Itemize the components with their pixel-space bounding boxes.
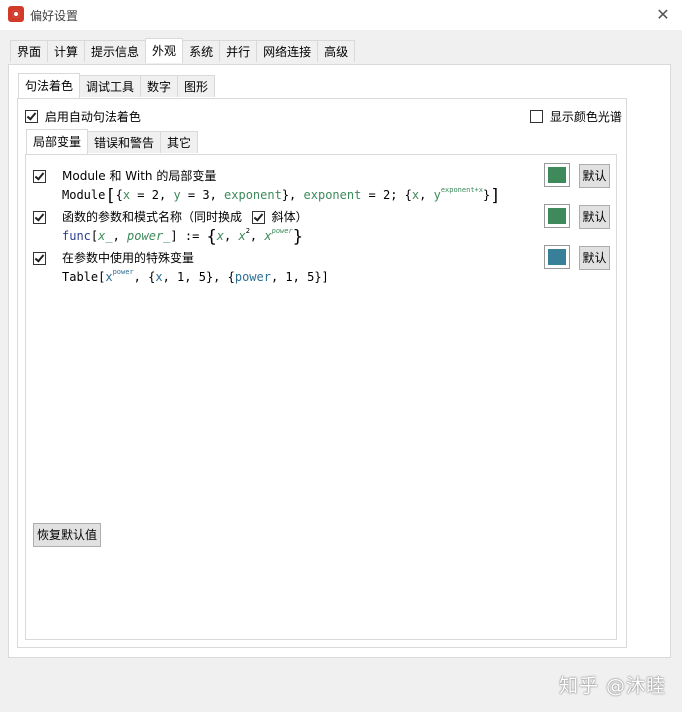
function-args-color-swatch[interactable] bbox=[544, 204, 570, 228]
function-args-label-text: 函数的参数和模式名称（同时换成 bbox=[62, 210, 243, 224]
code-local-var: exponent bbox=[224, 188, 282, 202]
tab-parallel[interactable]: 并行 bbox=[219, 40, 258, 62]
code-token: = 2; { bbox=[361, 188, 412, 202]
code-pattern-var: x_ bbox=[98, 229, 113, 243]
code-token: func bbox=[62, 229, 91, 243]
code-pattern-var: x bbox=[238, 229, 246, 243]
inner-tab-bar: 局部变量 错误和警告 其它 bbox=[26, 129, 199, 155]
code-brace: } bbox=[292, 227, 303, 247]
code-token: ] := bbox=[170, 229, 207, 243]
special-variables-checkbox[interactable] bbox=[33, 252, 46, 265]
code-token: , 1, 5}] bbox=[270, 270, 329, 284]
enable-syntax-coloring-checkbox[interactable] bbox=[25, 110, 38, 123]
code-pattern-var: x bbox=[216, 229, 225, 243]
title-bar: 偏好设置 ✕ bbox=[0, 0, 682, 30]
italic-checkbox[interactable] bbox=[251, 211, 265, 224]
code-pattern-var: power_ bbox=[127, 229, 171, 243]
code-bracket: ] bbox=[490, 186, 501, 206]
app-gear-icon bbox=[8, 6, 24, 22]
tab-evaluation[interactable]: 计算 bbox=[47, 40, 86, 62]
tab-errors-warnings[interactable]: 错误和警告 bbox=[87, 131, 162, 153]
code-token: , bbox=[419, 188, 434, 202]
code-token: , { bbox=[133, 270, 156, 284]
code-superscript: power bbox=[112, 268, 134, 276]
special-variables-label: 在参数中使用的特殊变量 bbox=[62, 251, 195, 265]
function-args-color-fill bbox=[548, 208, 566, 224]
close-icon[interactable]: ✕ bbox=[652, 4, 674, 26]
code-special-var: x bbox=[105, 270, 113, 284]
code-local-var: y bbox=[173, 188, 181, 202]
special-variables-sample-code: Table[xpower, {x, 1, 5}, {power, 1, 5}] bbox=[62, 268, 329, 284]
code-local-var: exponent bbox=[303, 188, 362, 202]
code-token: Module bbox=[62, 188, 106, 202]
module-with-color-fill bbox=[548, 167, 566, 183]
main-tab-bar: 界面 计算 提示信息 外观 系统 并行 网络连接 高级 bbox=[10, 38, 356, 64]
code-bracket: [ bbox=[105, 186, 116, 206]
code-token: { bbox=[115, 188, 123, 202]
module-with-checkbox[interactable] bbox=[33, 170, 46, 183]
tab-interface[interactable]: 界面 bbox=[10, 40, 49, 62]
code-token: , 1, 5}, { bbox=[162, 270, 235, 284]
show-color-spectrum-row[interactable]: 显示颜色光谱 bbox=[530, 108, 622, 125]
tab-numbers[interactable]: 数字 bbox=[140, 75, 179, 97]
code-superscript: exponent+x bbox=[440, 186, 483, 194]
module-with-default-button[interactable]: 默认 bbox=[579, 164, 610, 188]
tab-advanced[interactable]: 高级 bbox=[317, 40, 356, 62]
restore-defaults-button[interactable]: 恢复默认值 bbox=[33, 523, 101, 547]
tab-other[interactable]: 其它 bbox=[160, 131, 199, 153]
option-special-variables: 在参数中使用的特殊变量 bbox=[33, 251, 194, 265]
enable-syntax-coloring-row[interactable]: 启用自动句法着色 bbox=[25, 108, 141, 125]
special-variables-color-swatch[interactable] bbox=[544, 245, 570, 269]
tab-debugger[interactable]: 调试工具 bbox=[79, 75, 142, 97]
code-local-var: y bbox=[433, 188, 441, 202]
tab-syntax-coloring[interactable]: 句法着色 bbox=[18, 73, 81, 98]
code-token: }, bbox=[281, 188, 304, 202]
option-module-with: Module 和 With 的局部变量 bbox=[33, 169, 216, 183]
show-color-spectrum-checkbox[interactable] bbox=[530, 110, 543, 123]
module-with-color-swatch[interactable] bbox=[544, 163, 570, 187]
code-token: = 3, bbox=[180, 188, 225, 202]
sub-tab-bar: 句法着色 调试工具 数字 图形 bbox=[18, 73, 216, 99]
code-local-var: x bbox=[122, 188, 131, 202]
module-with-label: Module 和 With 的局部变量 bbox=[62, 169, 217, 183]
special-variables-color-fill bbox=[548, 249, 566, 265]
code-token: , bbox=[224, 229, 239, 243]
show-color-spectrum-label: 显示颜色光谱 bbox=[549, 110, 622, 124]
code-token: Table[ bbox=[62, 270, 106, 284]
special-variables-default-button[interactable]: 默认 bbox=[579, 246, 610, 270]
code-superscript: power bbox=[271, 227, 293, 235]
function-args-checkbox[interactable] bbox=[33, 211, 46, 224]
watermark: 知乎 @沐睦 bbox=[558, 675, 666, 697]
code-token: = 2, bbox=[130, 188, 174, 202]
function-args-default-button[interactable]: 默认 bbox=[579, 205, 610, 229]
italic-label: 斜体） bbox=[271, 210, 308, 224]
code-brace: { bbox=[206, 227, 217, 247]
function-args-sample-code: func[x_, power_] := {x, x2, xpower} bbox=[62, 227, 303, 247]
window-title: 偏好设置 bbox=[30, 9, 79, 23]
tab-graphics[interactable]: 图形 bbox=[177, 75, 216, 97]
function-args-label: 函数的参数和模式名称（同时换成 斜体） bbox=[62, 208, 308, 225]
code-token: , bbox=[249, 229, 265, 243]
tab-system[interactable]: 系统 bbox=[182, 40, 221, 62]
option-function-args: 函数的参数和模式名称（同时换成 斜体） bbox=[33, 210, 308, 224]
tab-internet[interactable]: 网络连接 bbox=[256, 40, 319, 62]
tab-local-variables[interactable]: 局部变量 bbox=[26, 129, 89, 154]
code-pattern-var: x bbox=[264, 229, 272, 243]
code-special-var: power bbox=[234, 270, 271, 284]
code-token: , bbox=[112, 229, 128, 243]
tab-messages[interactable]: 提示信息 bbox=[84, 40, 147, 62]
tab-appearance[interactable]: 外观 bbox=[145, 38, 184, 63]
enable-syntax-coloring-label: 启用自动句法着色 bbox=[44, 110, 141, 124]
module-with-sample-code: Module[{x = 2, y = 3, exponent}, exponen… bbox=[62, 186, 500, 206]
code-special-var: x bbox=[155, 270, 163, 284]
